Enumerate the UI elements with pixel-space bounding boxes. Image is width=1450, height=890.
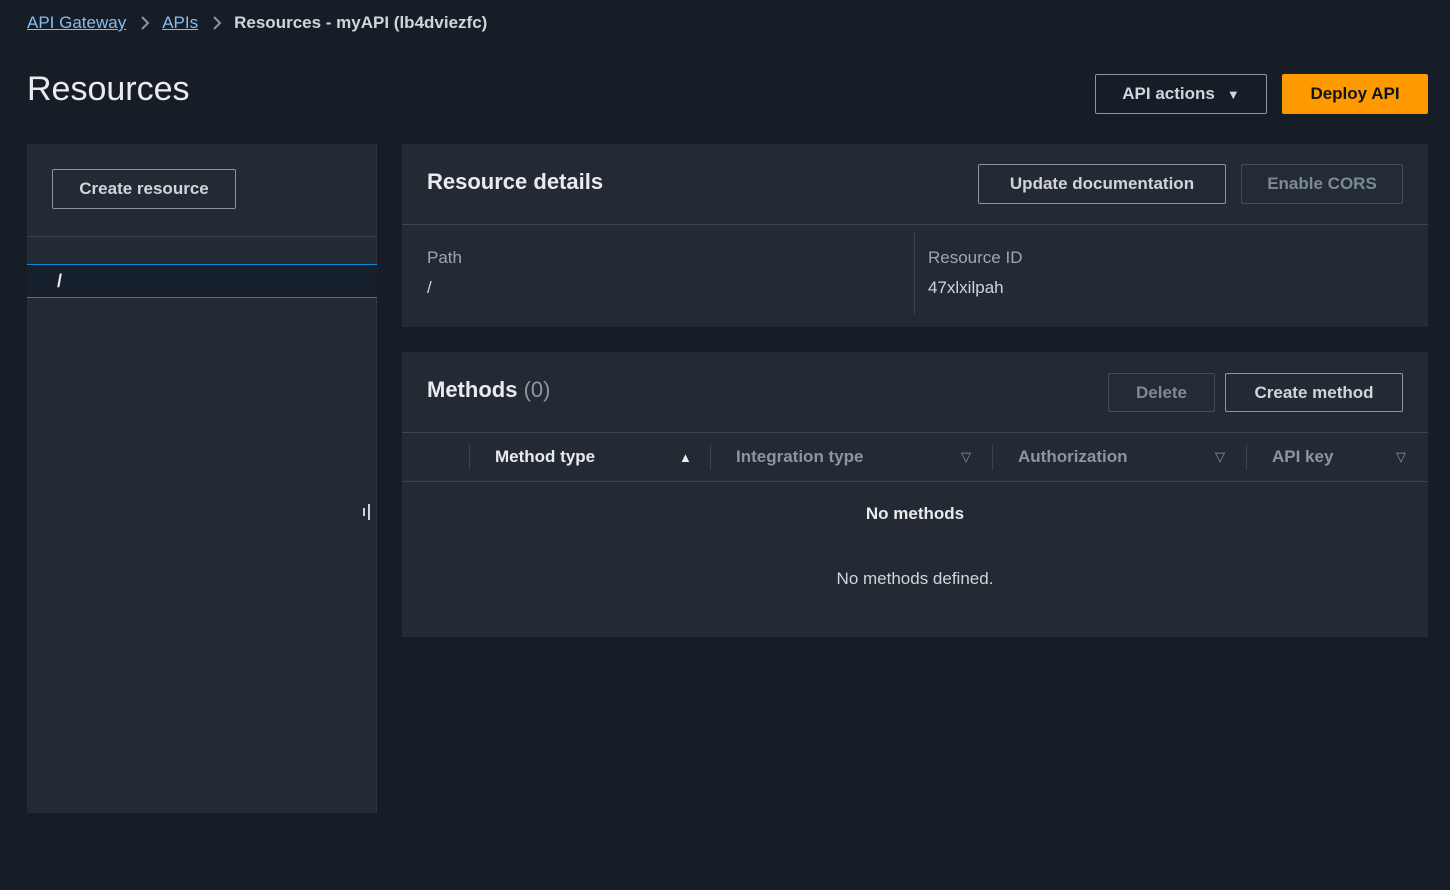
api-actions-dropdown[interactable]: API actions ▼ bbox=[1095, 74, 1267, 114]
resize-handle-icon[interactable] bbox=[363, 504, 373, 520]
resource-tree-panel: Create resource / bbox=[27, 144, 377, 813]
methods-count: (0) bbox=[523, 377, 551, 402]
api-actions-label: API actions bbox=[1122, 84, 1215, 103]
column-method-type[interactable]: Method type bbox=[495, 433, 595, 481]
chevron-right-icon bbox=[140, 15, 150, 31]
update-documentation-button[interactable]: Update documentation bbox=[978, 164, 1226, 204]
methods-panel: Methods (0) Delete Create method Method … bbox=[402, 352, 1428, 637]
column-api-key[interactable]: API key bbox=[1272, 433, 1333, 481]
deploy-api-button[interactable]: Deploy API bbox=[1282, 74, 1428, 114]
chevron-right-icon bbox=[212, 15, 222, 31]
column-integration-type[interactable]: Integration type bbox=[736, 433, 864, 481]
methods-title: Methods (0) bbox=[427, 377, 550, 403]
divider bbox=[402, 224, 1428, 225]
delete-method-button[interactable]: Delete bbox=[1108, 373, 1215, 412]
methods-title-text: Methods bbox=[427, 377, 518, 402]
create-method-button[interactable]: Create method bbox=[1225, 373, 1403, 412]
create-resource-button[interactable]: Create resource bbox=[52, 169, 236, 209]
caret-down-icon: ▼ bbox=[1226, 86, 1240, 102]
sort-icon[interactable]: ▽ bbox=[1396, 433, 1406, 481]
enable-cors-button[interactable]: Enable CORS bbox=[1241, 164, 1403, 204]
empty-state-description: No methods defined. bbox=[836, 569, 994, 588]
divider bbox=[27, 236, 376, 237]
methods-table-header: Method type ▲ Integration type ▽ Authori… bbox=[402, 432, 1428, 482]
resource-details-panel: Resource details Update documentation En… bbox=[402, 144, 1428, 327]
resource-details-title: Resource details bbox=[427, 169, 604, 194]
breadcrumb-apis[interactable]: APIs bbox=[162, 13, 198, 33]
path-value: / bbox=[427, 278, 432, 297]
tree-item-label: / bbox=[57, 270, 63, 291]
breadcrumb: API Gateway APIs Resources - myAPI (lb4d… bbox=[27, 13, 487, 33]
breadcrumb-current: Resources - myAPI (lb4dviezfc) bbox=[234, 13, 488, 32]
column-separator bbox=[469, 445, 470, 470]
column-separator bbox=[710, 445, 711, 470]
column-separator bbox=[992, 445, 993, 470]
sort-icon[interactable]: ▽ bbox=[961, 433, 971, 481]
divider bbox=[914, 232, 915, 314]
sort-icon[interactable]: ▽ bbox=[1215, 433, 1225, 481]
column-separator bbox=[1246, 445, 1247, 470]
page-title: Resources bbox=[27, 70, 190, 108]
sort-ascending-icon[interactable]: ▲ bbox=[679, 433, 692, 481]
resource-id-label: Resource ID bbox=[928, 248, 1023, 267]
tree-item-root[interactable]: / bbox=[27, 264, 377, 298]
column-authorization[interactable]: Authorization bbox=[1018, 433, 1128, 481]
empty-state-title: No methods bbox=[865, 504, 965, 523]
resource-id-value: 47xlxilpah bbox=[928, 278, 1004, 297]
breadcrumb-api-gateway[interactable]: API Gateway bbox=[27, 13, 126, 33]
path-label: Path bbox=[427, 248, 462, 267]
